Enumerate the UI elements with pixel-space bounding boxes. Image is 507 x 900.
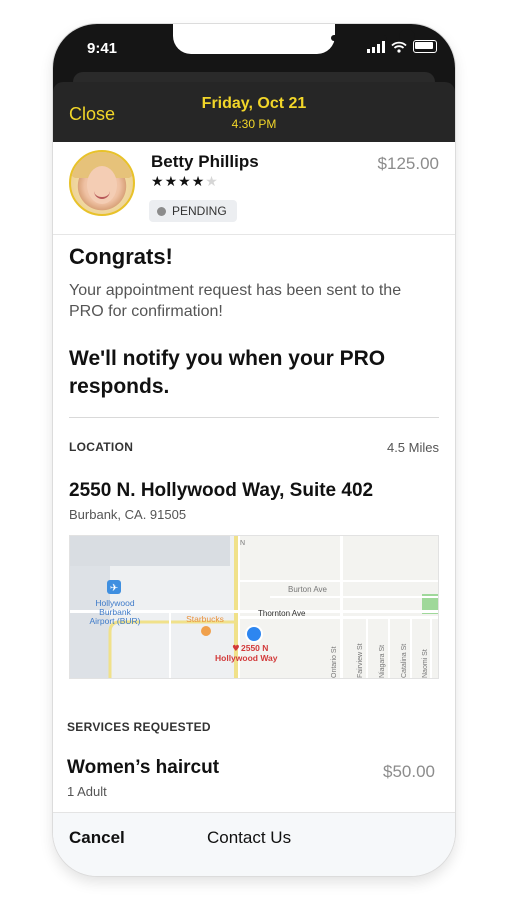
- service-quantity: 1 Adult: [67, 784, 107, 799]
- appointment-date: Friday, Oct 21: [201, 95, 307, 112]
- status-icons: [367, 40, 437, 53]
- map-label-starbucks: Starbucks: [186, 614, 224, 624]
- svg-text:✈: ✈: [110, 583, 118, 594]
- map-label-fairview: Fairview St: [357, 643, 364, 678]
- total-price: $125.00: [377, 154, 439, 173]
- wifi-icon: [391, 41, 407, 53]
- star-icon: ★: [164, 173, 179, 189]
- contact-us-button[interactable]: Contact Us: [207, 828, 291, 848]
- distance: 4.5 Miles: [386, 440, 439, 455]
- address-line[interactable]: 2550 N. Hollywood Way, Suite 402: [69, 480, 373, 502]
- map-graphic: ✈ Hollywood Burbank Airport (BUR) Starbu…: [70, 536, 438, 678]
- confirmation-message: Your appointment request has been sent t…: [69, 282, 402, 320]
- map-label-niagara: Niagara St: [379, 645, 386, 678]
- cancel-button[interactable]: Cancel: [69, 828, 125, 848]
- location-pin-icon: [247, 627, 261, 641]
- status-time: 9:41: [87, 40, 118, 57]
- map-label-burton: Burton Ave: [288, 585, 328, 594]
- map-pin-label-1: 2550 N: [241, 643, 268, 653]
- pro-name: Betty Phillips: [151, 152, 259, 171]
- signal-icon: [367, 41, 385, 53]
- map-label-naomi: Naomi St: [422, 649, 429, 678]
- bottom-action-bar: Cancel Contact Us: [53, 812, 455, 876]
- map-label-ontario: Ontario St: [331, 646, 338, 678]
- rating-stars: ★★★★★: [151, 173, 219, 190]
- services-label: SERVICES REQUESTED: [67, 720, 211, 734]
- notify-message: We'll notify you when your PRO responds.: [69, 347, 386, 398]
- status-dot-icon: [157, 206, 166, 216]
- status-label: PENDING: [172, 204, 227, 218]
- star-icon: ★: [191, 173, 206, 189]
- pro-card[interactable]: Betty Phillips ★★★★★ $125.00 PENDING: [53, 142, 455, 235]
- map-label-n: N: [240, 540, 245, 547]
- avatar: [69, 150, 135, 216]
- appointment-time: 4:30 PM: [231, 117, 277, 131]
- map-pin-label-2: Hollywood Way: [215, 653, 278, 663]
- phone-frame: 9:41 Close Friday, Oct 21 4:30 PM Betty …: [53, 24, 455, 876]
- device-notch: [173, 24, 415, 54]
- divider: [69, 417, 439, 418]
- star-icon: ★: [151, 173, 165, 189]
- location-map[interactable]: ✈ Hollywood Burbank Airport (BUR) Starbu…: [69, 535, 439, 679]
- starbucks-icon: [201, 626, 211, 636]
- status-badge: PENDING: [149, 200, 237, 222]
- battery-icon: [413, 40, 437, 53]
- map-label-catalina: Catalina St: [401, 644, 408, 678]
- city-line: Burbank, CA. 91505: [69, 507, 187, 522]
- location-label: LOCATION: [69, 440, 134, 454]
- star-icon: ★: [178, 173, 192, 189]
- confirmation-title: Congrats!: [69, 244, 173, 269]
- map-label-thornton: Thornton Ave: [258, 609, 306, 618]
- star-empty-icon: ★: [205, 173, 219, 189]
- map-label-airport-3: Airport (BUR): [89, 616, 140, 626]
- service-name: Women’s haircut: [67, 757, 220, 778]
- service-price: $50.00: [383, 762, 435, 781]
- modal-header: Close Friday, Oct 21 4:30 PM: [53, 82, 455, 142]
- top-bar: 9:41 Close Friday, Oct 21 4:30 PM: [53, 24, 455, 142]
